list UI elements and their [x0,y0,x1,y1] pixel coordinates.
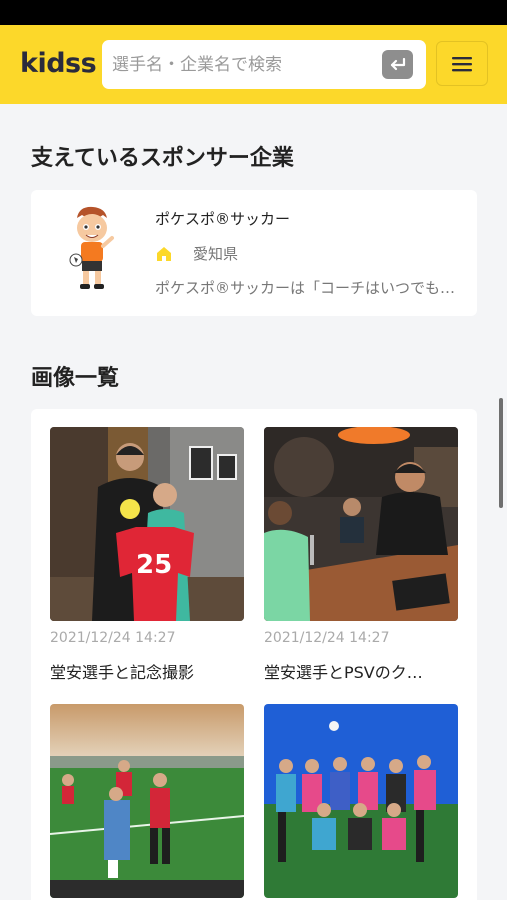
photo-team-group [264,704,458,898]
photo-player-jersey: 25 [50,427,244,621]
page-content: 支えているスポンサー企業 ポケスポ®サッカー 愛知県 ポケスポ®サッカーは「コー… [0,104,507,900]
image-gallery: 25 2021/12/24 14:27 堂安選手と記念撮影 2021/12/24… [31,409,477,900]
photo-thumbnail[interactable] [264,427,458,621]
app-header: kidss [0,25,507,104]
sponsor-card[interactable]: ポケスポ®サッカー 愛知県 ポケスポ®サッカーは「コーチはいつでも… [31,190,477,316]
hamburger-menu-icon [452,56,472,71]
image-tile[interactable]: 25 2021/12/24 14:27 堂安選手と記念撮影 [50,427,244,687]
image-date: 2021/12/24 14:27 [264,630,390,646]
image-tile[interactable]: 2021/12/24 14:27 堂安選手とPSVのク… [264,427,458,687]
photo-thumbnail[interactable]: 25 [50,427,244,621]
photo-thumbnail[interactable] [264,704,458,898]
sponsor-description: ポケスポ®サッカーは「コーチはいつでも… [155,279,456,297]
search-submit-button[interactable] [382,50,413,79]
sponsor-prefecture: 愛知県 [193,245,239,263]
scrollbar[interactable] [499,398,503,508]
menu-button[interactable] [436,41,488,86]
photo-thumbnail[interactable] [50,704,244,898]
svg-text:25: 25 [136,550,172,580]
images-heading: 画像一覧 [31,366,120,391]
enter-icon [390,57,405,70]
image-caption[interactable]: 堂安選手と記念撮影 [50,659,244,683]
search-input[interactable] [112,40,382,89]
sponsors-heading: 支えているスポンサー企業 [31,146,294,171]
image-caption[interactable]: 堂安選手とPSVのク… [264,659,458,683]
mascot-avatar [69,206,114,289]
image-tile[interactable] [264,704,458,900]
image-date: 2021/12/24 14:27 [50,630,176,646]
kidss-logo[interactable]: kidss [20,47,97,81]
photo-football-match [50,704,244,898]
sponsor-name[interactable]: ポケスポ®サッカー [155,208,290,229]
house-icon [157,247,171,261]
image-tile[interactable] [50,704,244,900]
photo-restaurant-table [264,427,458,621]
status-bar [0,0,507,25]
search-box[interactable] [102,40,426,89]
